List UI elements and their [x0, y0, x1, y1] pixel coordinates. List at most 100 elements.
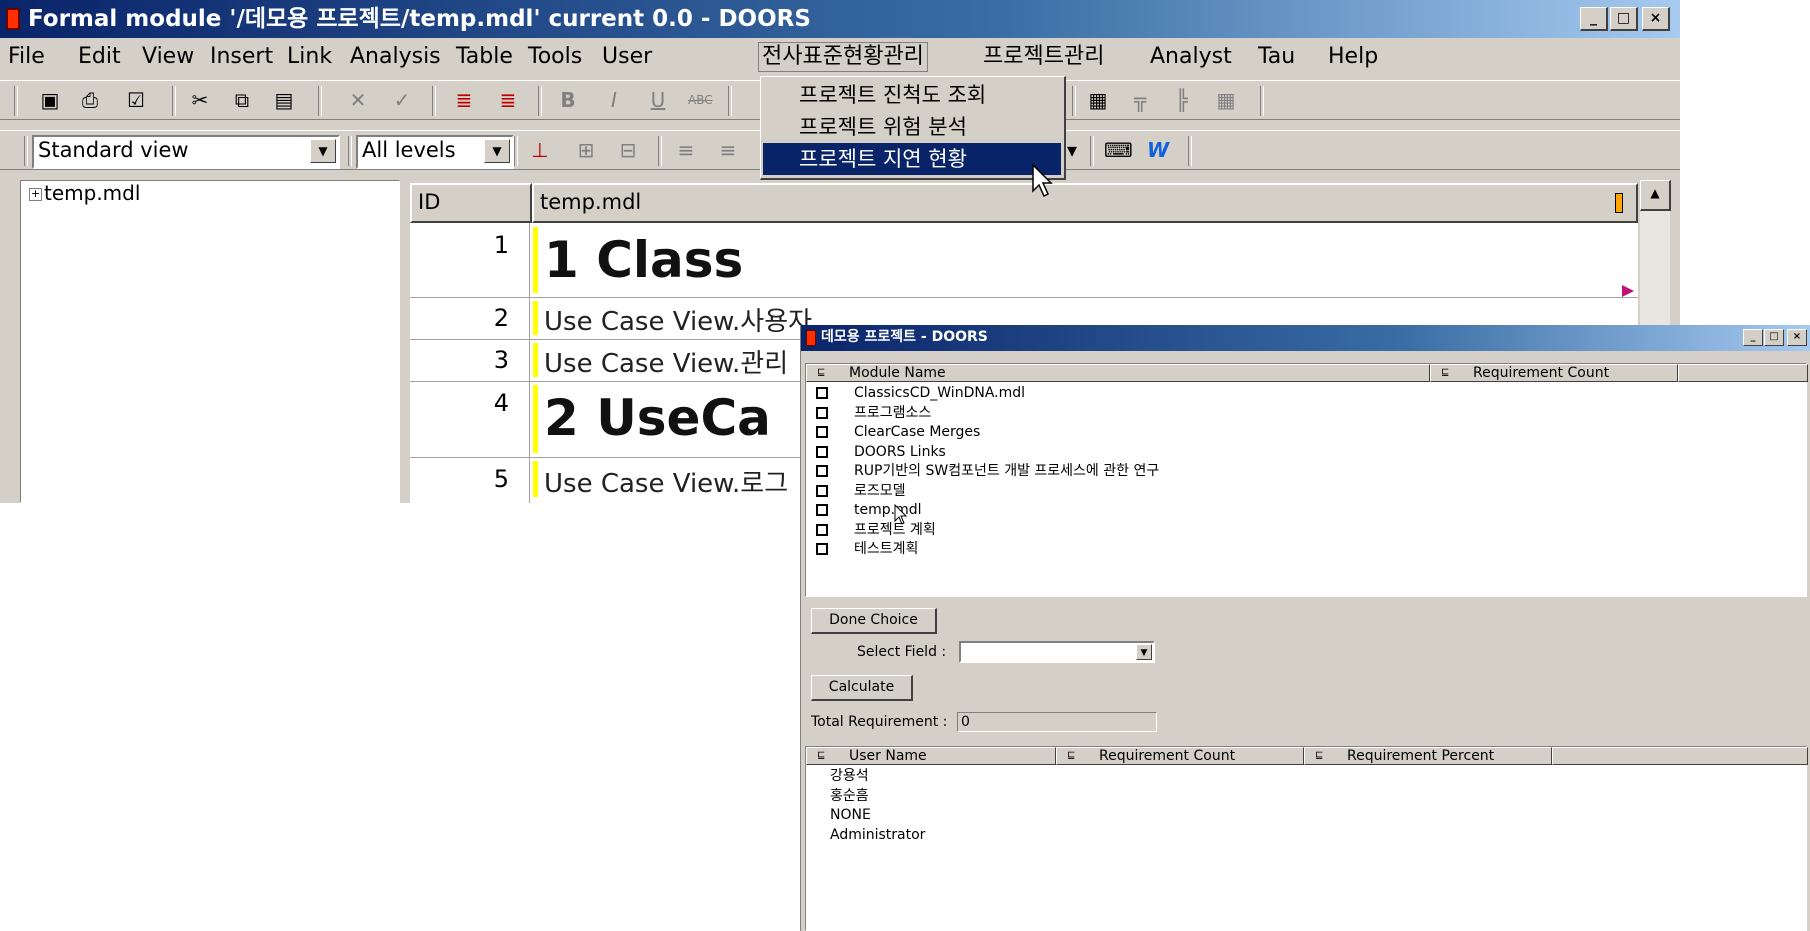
- close-button[interactable]: ×: [1642, 7, 1670, 31]
- underline-icon[interactable]: U: [646, 89, 670, 111]
- analysis-title-bar[interactable]: 데모용 프로젝트 - DOORS _ □ ×: [801, 325, 1810, 351]
- menu-analysis[interactable]: Analysis: [350, 44, 441, 70]
- levels-select[interactable]: All levels ▼: [356, 135, 514, 169]
- column-header-req-count[interactable]: ⊑ Requirement Count: [1056, 747, 1304, 765]
- table-grid-icon[interactable]: ▦: [1214, 89, 1238, 111]
- column-header-req-count[interactable]: ⊑ Requirement Count: [1430, 364, 1678, 382]
- link-arrow-icon[interactable]: [1622, 285, 1634, 297]
- align-justify-icon[interactable]: ≡: [716, 139, 740, 161]
- total-requirement-field: 0: [957, 712, 1157, 732]
- table-row[interactable]: 1 1 Class: [410, 223, 1638, 298]
- module-checkbox[interactable]: [816, 465, 828, 477]
- minimize-button[interactable]: _: [1743, 329, 1763, 346]
- menu-user[interactable]: User: [602, 44, 652, 70]
- chevron-down-icon[interactable]: ▼: [310, 139, 336, 163]
- insert-object-below-icon[interactable]: ≣: [496, 89, 520, 111]
- expand-icon[interactable]: +: [29, 188, 42, 201]
- maximize-button[interactable]: □: [1610, 7, 1638, 31]
- list-item[interactable]: ClearCase Merges: [816, 423, 980, 441]
- module-checkbox[interactable]: [816, 543, 828, 555]
- menu-analyst[interactable]: Analyst: [1150, 44, 1232, 70]
- module-checkbox[interactable]: [816, 407, 828, 419]
- column-header-empty[interactable]: [1552, 747, 1808, 765]
- sort-icon[interactable]: ⊞: [574, 139, 598, 161]
- list-item[interactable]: Administrator: [830, 826, 925, 844]
- menu-project-mgmt[interactable]: 프로젝트관리: [983, 44, 1104, 70]
- list-item[interactable]: 강용석: [830, 767, 869, 785]
- menu-item-project-progress[interactable]: 프로젝트 진척도 조회: [763, 79, 1061, 111]
- delete-icon[interactable]: ✕: [346, 89, 370, 111]
- row-heading: 1 Class: [544, 231, 744, 289]
- main-title-bar[interactable]: Formal module '/데모용 프로젝트/temp.mdl' curre…: [0, 0, 1680, 38]
- done-choice-button[interactable]: Done Choice: [811, 608, 937, 634]
- close-button[interactable]: ×: [1787, 329, 1807, 346]
- menu-tools[interactable]: Tools: [528, 44, 582, 70]
- toolbar-separator: [1260, 86, 1264, 116]
- module-checkbox[interactable]: [816, 524, 828, 536]
- paste-icon[interactable]: ▤: [272, 89, 296, 111]
- align-left-icon[interactable]: ≡: [674, 139, 698, 161]
- list-item[interactable]: ClassicsCD_WinDNA.mdl: [816, 384, 1025, 402]
- list-item[interactable]: 로즈모델: [816, 482, 906, 500]
- list-item[interactable]: DOORS Links: [816, 443, 946, 461]
- menu-tau[interactable]: Tau: [1258, 44, 1295, 70]
- maximize-button[interactable]: □: [1764, 329, 1784, 346]
- print-icon[interactable]: ⎙: [78, 89, 102, 111]
- menu-file[interactable]: File: [8, 44, 45, 70]
- menu-edit[interactable]: Edit: [78, 44, 121, 70]
- menu-link[interactable]: Link: [287, 44, 332, 70]
- list-item[interactable]: 프로젝트 계획: [816, 521, 936, 539]
- filter-icon[interactable]: ⊥: [528, 139, 552, 161]
- column-header-main[interactable]: temp.mdl: [532, 183, 1638, 223]
- minimize-button[interactable]: _: [1580, 7, 1608, 31]
- select-field-dropdown[interactable]: ▼: [959, 641, 1155, 663]
- list-item[interactable]: 홍순흠: [830, 787, 869, 805]
- insert-column-icon[interactable]: ╦: [1128, 89, 1152, 111]
- tree-node-temp[interactable]: + temp.mdl: [29, 181, 140, 205]
- italic-icon[interactable]: I: [602, 89, 626, 111]
- list-item[interactable]: NONE: [830, 806, 871, 824]
- view-select[interactable]: Standard view ▼: [32, 135, 340, 169]
- column-header-req-percent[interactable]: ⊑ Requirement Percent: [1304, 747, 1552, 765]
- column-header-empty[interactable]: [1678, 364, 1808, 382]
- column-header-module-name[interactable]: ⊑ Module Name: [806, 364, 1430, 382]
- module-checkbox[interactable]: [816, 426, 828, 438]
- insert-row-icon[interactable]: ╠: [1170, 89, 1194, 111]
- strikethrough-icon[interactable]: ABC: [688, 89, 713, 111]
- word-export-icon[interactable]: W: [1146, 139, 1170, 161]
- total-requirement-value: 0: [961, 714, 970, 730]
- row-text: Use Case View.사용자: [544, 307, 813, 337]
- bold-icon[interactable]: B: [556, 89, 580, 111]
- list-item[interactable]: RUP기반의 SW컴포넌트 개발 프로세스에 관한 연구: [816, 462, 1159, 480]
- chevron-down-icon[interactable]: ▼: [484, 139, 510, 163]
- toolbar-separator: [1072, 86, 1076, 116]
- chevron-down-icon[interactable]: ▼: [1136, 644, 1152, 660]
- module-checkbox[interactable]: [816, 504, 828, 516]
- menu-table[interactable]: Table: [456, 44, 513, 70]
- calculate-button[interactable]: Calculate: [811, 675, 913, 701]
- save-icon[interactable]: ▣: [38, 89, 62, 111]
- insert-object-above-icon[interactable]: ≣: [452, 89, 476, 111]
- copy-icon[interactable]: ⧉: [230, 89, 254, 111]
- module-checkbox[interactable]: [816, 485, 828, 497]
- menu-item-project-delay[interactable]: 프로젝트 지연 현황: [763, 143, 1061, 175]
- column-header-id[interactable]: ID: [410, 183, 532, 223]
- module-checkbox[interactable]: [816, 387, 828, 399]
- module-checkbox[interactable]: [816, 446, 828, 458]
- column-resize-icon[interactable]: [1615, 193, 1623, 213]
- menu-help[interactable]: Help: [1328, 44, 1378, 70]
- properties-icon[interactable]: ☑: [124, 89, 148, 111]
- column-header-user-name[interactable]: ⊑ User Name: [806, 747, 1056, 765]
- menu-view[interactable]: View: [142, 44, 194, 70]
- outline-icon[interactable]: ⊟: [616, 139, 640, 161]
- menu-item-project-risk[interactable]: 프로젝트 위험 분석: [763, 111, 1061, 143]
- list-item[interactable]: 프로그램소스: [816, 404, 931, 422]
- list-item[interactable]: 테스트계획: [816, 540, 918, 558]
- menu-insert[interactable]: Insert: [210, 44, 273, 70]
- table-icon[interactable]: ▦: [1086, 89, 1110, 111]
- scroll-up-icon[interactable]: ▲: [1640, 180, 1671, 211]
- cut-icon[interactable]: ✂: [188, 89, 212, 111]
- check-icon[interactable]: ✓: [390, 89, 414, 111]
- menu-enterprise-standard[interactable]: 전사표준현황관리: [758, 42, 928, 72]
- spellcheck-icon[interactable]: ⌨: [1104, 139, 1133, 161]
